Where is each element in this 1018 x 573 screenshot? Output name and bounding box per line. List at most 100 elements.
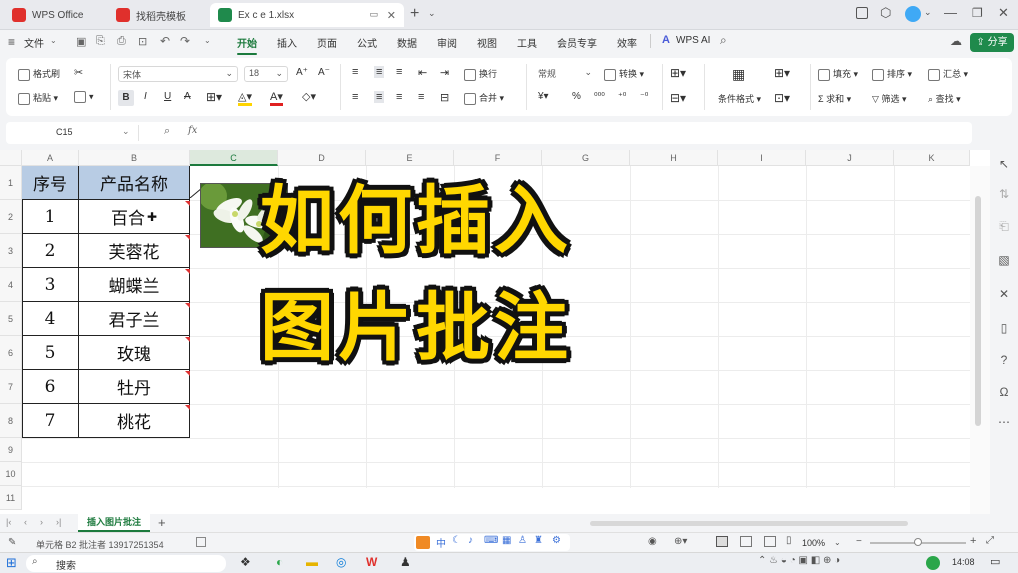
table-cell-product[interactable]: 君子兰	[79, 302, 190, 336]
name-box[interactable]: C15 ⌄	[10, 125, 134, 141]
minimize-icon[interactable]: —	[944, 5, 957, 20]
print-icon[interactable]: ⎙	[117, 35, 126, 48]
folder-icon[interactable]: ▬	[306, 555, 318, 569]
bold-icon[interactable]: B	[118, 90, 134, 106]
tab-wps-office[interactable]: WPS Office	[4, 3, 104, 27]
column-header[interactable]: E	[366, 150, 454, 166]
filter-button[interactable]: ▽ 筛选 ▾	[872, 92, 906, 105]
row-header[interactable]: 8	[0, 404, 22, 438]
indent-increase-icon[interactable]: ⇥	[440, 66, 449, 79]
clear-format-icon[interactable]: ◇▾	[302, 90, 316, 103]
table-cell-product[interactable]: 桃花	[79, 404, 190, 438]
horizontal-scrollbar[interactable]	[590, 521, 908, 526]
row-header[interactable]: 4	[0, 268, 22, 302]
media-toolbar[interactable]: 中 ☾ ♪ ⌨ ▦ ♙ ♜ ⚙	[414, 534, 570, 551]
reading-view-icon[interactable]: ▯	[786, 535, 792, 546]
task-view-icon[interactable]: ❖	[240, 555, 251, 569]
currency-icon[interactable]: ¥▾	[538, 91, 549, 102]
row-header[interactable]: 6	[0, 336, 22, 370]
column-header[interactable]: B	[79, 150, 190, 166]
shirt-icon[interactable]: ♜	[534, 535, 543, 546]
support-icon[interactable]: Ω	[996, 384, 1012, 400]
summary-button[interactable]: 汇总 ▾	[928, 67, 968, 81]
table-style-icon[interactable]: ⊞▾	[670, 66, 686, 80]
worksheet-icon[interactable]: ⊡▾	[774, 91, 790, 105]
zoom-slider-thumb[interactable]	[914, 538, 922, 546]
browser-icon[interactable]: ◎	[336, 555, 346, 569]
select-cursor-icon[interactable]: ↖	[996, 156, 1012, 172]
wechat-icon[interactable]	[926, 556, 940, 570]
help-icon[interactable]: ?	[996, 352, 1012, 368]
row-header[interactable]: 10	[0, 462, 22, 486]
percent-icon[interactable]: %	[572, 91, 581, 102]
zoom-out-icon[interactable]: −	[856, 536, 862, 547]
undo-icon[interactable]: ↶	[160, 34, 170, 48]
print-preview-icon[interactable]: ⊡	[138, 35, 147, 48]
menu-file[interactable]: 文件	[24, 35, 44, 50]
sheet-tab-active[interactable]: 插入图片批注	[78, 514, 150, 532]
row-header[interactable]: 2	[0, 200, 22, 234]
page-layout-icon[interactable]	[740, 536, 752, 547]
font-name-select[interactable]: 宋体 ⌄	[118, 66, 238, 82]
export-icon[interactable]: ⎘	[96, 35, 105, 48]
ime-chinese-icon[interactable]: 中	[436, 535, 446, 550]
align-bottom-icon[interactable]: ≡	[396, 66, 402, 78]
table-cell-index[interactable]: 4	[22, 302, 79, 336]
find-button[interactable]: ⌕ 查找 ▾	[928, 92, 961, 105]
book-icon[interactable]: ▯	[996, 320, 1012, 336]
convert-button[interactable]: 转换 ▾	[604, 67, 644, 81]
row-header[interactable]: 11	[0, 486, 22, 510]
zoom-level[interactable]: 100%	[802, 538, 825, 548]
table-cell-index[interactable]: 5	[22, 336, 79, 370]
menu-review[interactable]: 审阅	[437, 35, 457, 50]
fill-button[interactable]: 填充 ▾	[818, 67, 858, 81]
chevron-down-icon[interactable]: ⌄	[834, 538, 841, 547]
ime-icon[interactable]	[416, 536, 430, 549]
rows-cols-icon[interactable]: ⊞▾	[774, 66, 790, 80]
monitor-icon[interactable]: ▭	[369, 9, 378, 20]
align-center-icon[interactable]: ≡	[374, 91, 385, 103]
menu-view[interactable]: 视图	[477, 35, 497, 50]
comment-indicator[interactable]	[185, 201, 190, 206]
table-cell-product[interactable]: 百合 ✚	[79, 200, 190, 234]
table-cell-index[interactable]: 3	[22, 268, 79, 302]
settings-icon[interactable]: ⚙	[552, 535, 561, 546]
align-middle-icon[interactable]: ≡	[374, 66, 385, 78]
comment-indicator[interactable]	[185, 235, 190, 240]
tab-template[interactable]: 找稻壳模板	[108, 3, 206, 27]
page-break-icon[interactable]	[764, 536, 776, 547]
format-painter-button[interactable]: 格式刷	[18, 67, 60, 81]
clock-time[interactable]: 14:08	[952, 557, 975, 567]
row-header[interactable]: 5	[0, 302, 22, 336]
comment-indicator[interactable]	[185, 371, 190, 376]
conditional-format-icon[interactable]: ▦	[732, 66, 745, 83]
column-header[interactable]: K	[894, 150, 970, 166]
app-penguin-icon[interactable]: ♟	[400, 555, 411, 569]
more-icon[interactable]: ⋯	[996, 414, 1012, 430]
decrease-font-icon[interactable]: A⁻	[318, 67, 330, 78]
chart-icon[interactable]: ▧	[996, 252, 1012, 268]
strikethrough-icon[interactable]: A	[184, 91, 191, 102]
row-header[interactable]: 1	[0, 166, 22, 200]
next-sheet-icon[interactable]: ›	[40, 517, 43, 527]
table-cell-index[interactable]: 6	[22, 370, 79, 404]
zoom-slider[interactable]	[870, 538, 966, 546]
last-sheet-icon[interactable]: ›|	[56, 517, 61, 527]
align-right-icon[interactable]: ≡	[396, 91, 402, 103]
share-button[interactable]: ⇪ 分享	[970, 33, 1014, 52]
wrap-text-button[interactable]: 换行	[464, 67, 497, 81]
table-cell-product[interactable]: 玫瑰	[79, 336, 190, 370]
keyboard-icon[interactable]: ⌨	[484, 535, 498, 546]
cut-icon[interactable]: ✂	[74, 66, 83, 79]
window-icon[interactable]	[856, 7, 868, 19]
notification-icon[interactable]: ▭	[990, 555, 1000, 568]
thousands-icon[interactable]: ⁰⁰⁰	[594, 91, 605, 102]
font-color-icon[interactable]: A▾	[270, 90, 283, 106]
number-format-select[interactable]: 常规 ⌄	[534, 66, 596, 82]
taskbar-search[interactable]: ⌕ 搜索	[26, 555, 226, 572]
grid-icon[interactable]: ▦	[502, 535, 511, 546]
table-cell-product[interactable]: 芙蓉花	[79, 234, 190, 268]
normal-view-icon[interactable]	[716, 536, 728, 547]
edge-browser-icon[interactable]: ◐	[276, 555, 283, 569]
moon-icon[interactable]: ☾	[452, 535, 461, 546]
